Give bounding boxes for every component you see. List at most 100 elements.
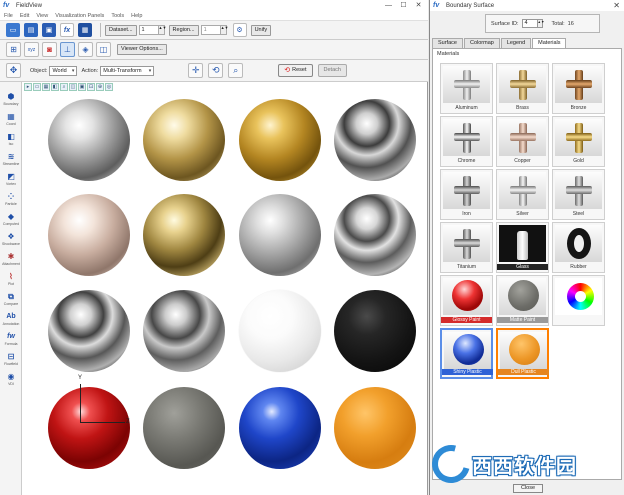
save-icon[interactable]: ▣ (42, 23, 56, 37)
close-window-button[interactable]: ✕ (411, 0, 426, 11)
material-thumbnail (444, 332, 491, 369)
sidebar-item-compare[interactable]: ⧉ Compare (0, 290, 22, 310)
close-button[interactable]: Close (513, 484, 543, 493)
sidebar-item-computed[interactable]: ◆ Computed (0, 210, 22, 230)
dataset-input[interactable]: 1 (138, 25, 159, 35)
sidebar-item-flowfield[interactable]: ⊟ Flowfield (0, 350, 22, 370)
menu-help[interactable]: Help (131, 13, 142, 19)
material-label: Titanium (457, 264, 476, 270)
dataset-button[interactable]: Dataset... (105, 24, 137, 36)
action-select[interactable]: Multi-Transform ▾ (100, 65, 155, 76)
perspective-icon[interactable]: ◈ (78, 42, 93, 57)
restart-icon[interactable]: ▦ (78, 23, 92, 37)
material-dull-plastic[interactable]: Dull Plastic (496, 328, 549, 379)
sidebar-item-annotation[interactable]: Ab Annotation (0, 310, 22, 330)
sidebar-item-attachment[interactable]: ✱ Attachment (0, 250, 22, 270)
viewport-tool-icon[interactable]: ⊕ (96, 83, 104, 91)
viewport-tool-icon[interactable]: ⌕ (60, 83, 68, 91)
reset-button[interactable]: ⟲ Reset (278, 64, 313, 77)
menu-file[interactable]: File (4, 13, 13, 19)
material-rubber[interactable]: Rubber (552, 222, 605, 273)
zoom-icon[interactable]: ⌕ (228, 63, 244, 78)
y-axis-line (80, 384, 81, 422)
material-color-picker[interactable] (552, 275, 605, 326)
vortex-icon: ◩ (7, 172, 15, 181)
region-button[interactable]: Region... (168, 24, 199, 36)
new-file-icon[interactable]: ▭ (6, 23, 20, 37)
sidebar-item-streamline[interactable]: ≋ Streamline (0, 150, 22, 170)
material-chrome[interactable]: Chrome (440, 116, 493, 167)
material-label: Gold (573, 158, 584, 164)
menu-visualization-panels[interactable]: Visualization Panels (55, 13, 104, 19)
move-arrows-icon[interactable]: ✥ (6, 63, 21, 78)
dataset-stepper[interactable]: ▲▼ (158, 25, 166, 35)
viewport-tool-icon[interactable]: ◧ (51, 83, 59, 91)
viewport-tool-icon[interactable]: ◎ (105, 83, 113, 91)
material-titanium[interactable]: Titanium (440, 222, 493, 273)
material-brass[interactable]: Brass (496, 63, 549, 114)
detach-button[interactable]: Detach (317, 64, 347, 77)
menu-tools[interactable]: Tools (111, 13, 124, 19)
sidebar-item-coord[interactable]: ▦ Coord (0, 110, 22, 130)
material-glass[interactable]: Glass (496, 222, 549, 273)
sidebar-item-label: Shockwave (2, 242, 20, 246)
color-wheel-icon (567, 283, 594, 310)
material-thumbnail (555, 119, 602, 156)
camera-icon[interactable]: ◙ (42, 42, 57, 57)
unify-button[interactable]: Unify (250, 24, 272, 36)
material-iron[interactable]: Iron (440, 169, 493, 220)
material-steel[interactable]: Steel (552, 169, 605, 220)
unify-gear-icon[interactable]: ⚙ (232, 23, 247, 37)
sidebar-item-formula[interactable]: fw Formula (0, 330, 22, 350)
viewport-tool-icon[interactable]: ⊡ (87, 83, 95, 91)
object-select[interactable]: World ▾ (49, 65, 78, 76)
material-aluminum[interactable]: Aluminum (440, 63, 493, 114)
translate-icon[interactable]: ✛ (188, 63, 204, 78)
sidebar-item-plot[interactable]: ⌇ Plot (0, 270, 22, 290)
minimize-button[interactable]: — (381, 0, 396, 11)
menu-view[interactable]: View (36, 13, 48, 19)
grid-view-icon[interactable]: ⊞ (6, 42, 21, 57)
material-bronze[interactable]: Bronze (552, 63, 605, 114)
menu-edit[interactable]: Edit (20, 13, 29, 19)
sidebar-item-boundary[interactable]: ⬢ Boundary (0, 90, 22, 110)
material-glossy-paint[interactable]: Glossy Paint (440, 275, 493, 326)
material-shiny-plastic[interactable]: Shiny Plastic (440, 328, 493, 379)
axis-triad-icon[interactable]: ⊥ (60, 42, 75, 57)
material-matte-paint[interactable]: Matte Paint (496, 275, 549, 326)
surface-id-stepper[interactable]: ▲▼ (537, 19, 544, 28)
action-select-value: Multi-Transform (103, 67, 142, 74)
sidebar-item-particle[interactable]: ⁘ Particle (0, 190, 22, 210)
viewport-tool-icon[interactable]: ▭ (33, 83, 41, 91)
maximize-button[interactable]: ☐ (396, 0, 411, 11)
reset-label: Reset (292, 67, 307, 73)
close-icon[interactable]: ✕ (613, 0, 620, 11)
tab-surface[interactable]: Surface (432, 38, 463, 48)
sidebar-item-vortex[interactable]: ◩ Vortex (0, 170, 22, 190)
viewport-tool-icon[interactable]: ▸ (24, 83, 32, 91)
rotate-icon[interactable]: ⟲ (208, 63, 224, 78)
compare-icon: ⧉ (8, 292, 14, 301)
material-silver[interactable]: Silver (496, 169, 549, 220)
view-cube-icon[interactable]: ◫ (96, 42, 111, 57)
tab-colormap[interactable]: Colormap (463, 38, 500, 48)
3d-viewport[interactable]: ▸ ▭ ▦ ◧ ⌕ ◫ ▣ ⊡ ⊕ ◎ Y Z (22, 82, 427, 495)
viewer-options-button[interactable]: Viewer Options... (117, 44, 167, 55)
sidebar-item-shockwave[interactable]: ❖ Shockwave (0, 230, 22, 250)
material-copper[interactable]: Copper (496, 116, 549, 167)
material-gold[interactable]: Gold (552, 116, 605, 167)
viewport-tool-icon[interactable]: ◫ (69, 83, 77, 91)
surface-id-input[interactable]: 4 (521, 19, 538, 28)
open-folder-icon[interactable]: ▤ (24, 23, 38, 37)
region-input[interactable]: 1 (200, 25, 221, 35)
xyz-axes-icon[interactable]: xyz (24, 42, 39, 57)
material-ball-icon (509, 334, 540, 365)
viewport-tool-icon[interactable]: ▣ (78, 83, 86, 91)
viewport-tool-icon[interactable]: ▦ (42, 83, 50, 91)
sidebar-item-iso[interactable]: ◧ Iso (0, 130, 22, 150)
tab-legend[interactable]: Legend (500, 38, 532, 48)
region-stepper[interactable]: ▲▼ (220, 25, 228, 35)
fvx-script-icon[interactable]: fx (60, 23, 74, 37)
sidebar-item-vdi[interactable]: ◉ VDI (0, 370, 22, 390)
pipe-fitting-icon (454, 229, 480, 259)
